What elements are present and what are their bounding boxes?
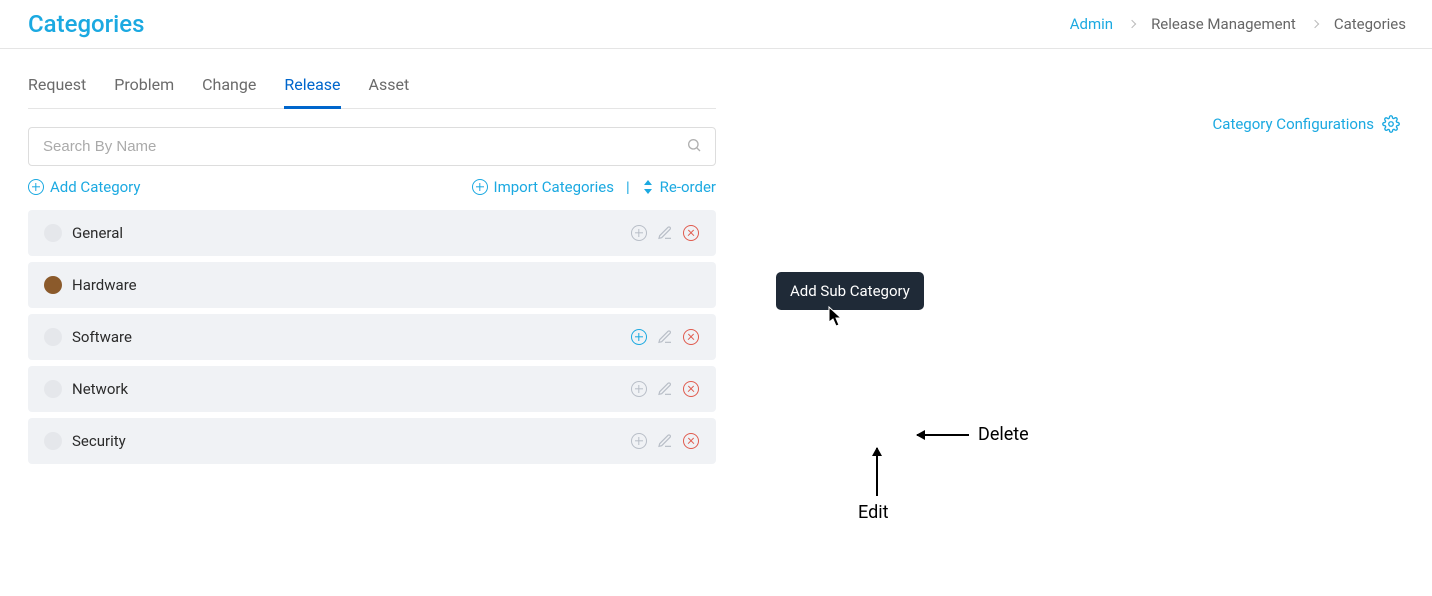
tooltip-add-sub-category: Add Sub Category — [776, 272, 924, 310]
import-categories-button[interactable]: Import Categories — [472, 178, 614, 196]
search-input[interactable] — [28, 127, 716, 166]
color-dot — [44, 432, 62, 450]
annotation-arrow-edit — [876, 448, 878, 496]
chevron-right-icon — [1128, 20, 1136, 28]
plus-circle-icon — [631, 381, 647, 397]
plus-circle-icon — [631, 329, 647, 345]
category-name: Network — [72, 380, 630, 398]
tabs: Request Problem Change Release Asset — [28, 67, 716, 109]
tab-problem[interactable]: Problem — [114, 67, 174, 108]
plus-circle-icon — [631, 225, 647, 241]
reorder-label: Re-order — [660, 178, 716, 196]
search-icon — [686, 137, 702, 157]
plus-circle-icon — [28, 179, 44, 195]
chevron-right-icon — [1311, 20, 1319, 28]
color-dot — [44, 224, 62, 242]
edit-button[interactable] — [656, 224, 674, 242]
breadcrumb-admin[interactable]: Admin — [1070, 15, 1113, 33]
reorder-button[interactable]: Re-order — [642, 178, 716, 196]
category-name: Software — [72, 328, 630, 346]
gear-icon — [1382, 115, 1400, 133]
annotation-delete-label: Delete — [978, 424, 1029, 445]
reorder-icon — [642, 180, 654, 194]
breadcrumb-release-management[interactable]: Release Management — [1151, 15, 1296, 33]
category-name: General — [72, 224, 630, 242]
add-subcategory-button[interactable] — [630, 224, 648, 242]
annotation-edit-label: Edit — [858, 502, 888, 523]
category-row[interactable]: Software — [28, 314, 716, 360]
add-subcategory-button[interactable] — [630, 432, 648, 450]
annotation-arrow-delete — [917, 434, 969, 436]
category-row[interactable]: Hardware — [28, 262, 716, 308]
color-dot — [44, 276, 62, 294]
category-name: Hardware — [72, 276, 700, 294]
x-circle-icon — [683, 329, 699, 345]
category-list: General Hardware Software — [28, 210, 716, 464]
category-row[interactable]: Security — [28, 418, 716, 464]
category-name: Security — [72, 432, 630, 450]
tab-asset[interactable]: Asset — [369, 67, 410, 108]
add-category-button[interactable]: Add Category — [28, 178, 141, 196]
breadcrumb: Admin Release Management Categories — [1064, 15, 1412, 33]
category-row[interactable]: Network — [28, 366, 716, 412]
delete-button[interactable] — [682, 432, 700, 450]
x-circle-icon — [683, 225, 699, 241]
category-row[interactable]: General — [28, 210, 716, 256]
category-configurations-label: Category Configurations — [1213, 115, 1374, 133]
edit-button[interactable] — [656, 380, 674, 398]
x-circle-icon — [683, 433, 699, 449]
add-subcategory-button[interactable] — [630, 328, 648, 346]
delete-button[interactable] — [682, 224, 700, 242]
edit-button[interactable] — [656, 328, 674, 346]
edit-button[interactable] — [656, 432, 674, 450]
plus-circle-icon — [631, 433, 647, 449]
x-circle-icon — [683, 381, 699, 397]
tab-release[interactable]: Release — [284, 67, 340, 108]
color-dot — [44, 328, 62, 346]
tab-change[interactable]: Change — [202, 67, 256, 108]
delete-button[interactable] — [682, 380, 700, 398]
import-categories-label: Import Categories — [494, 178, 614, 196]
category-configurations-link[interactable]: Category Configurations — [1213, 115, 1400, 133]
add-category-label: Add Category — [50, 178, 141, 196]
breadcrumb-categories: Categories — [1334, 15, 1406, 33]
delete-button[interactable] — [682, 328, 700, 346]
cursor-icon — [828, 306, 846, 328]
divider: | — [626, 178, 630, 196]
page-title: Categories — [28, 10, 144, 38]
tab-request[interactable]: Request — [28, 67, 86, 108]
add-subcategory-button[interactable] — [630, 380, 648, 398]
plus-circle-icon — [472, 179, 488, 195]
color-dot — [44, 380, 62, 398]
